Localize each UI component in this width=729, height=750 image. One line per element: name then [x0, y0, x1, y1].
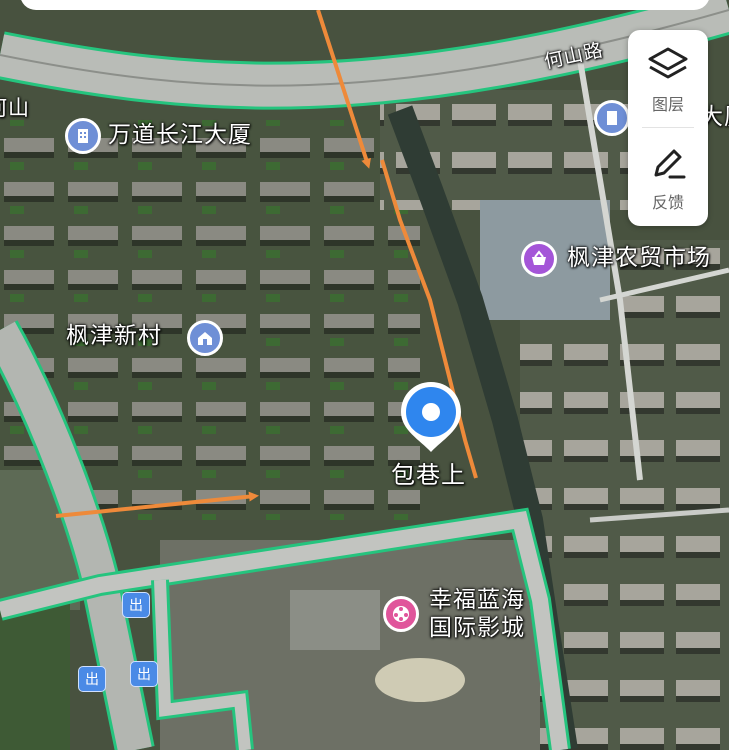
current-location-label: 包巷上: [391, 461, 466, 489]
map-toolbar: 图层 反馈: [628, 30, 708, 226]
location-pin-icon[interactable]: [398, 380, 464, 454]
feedback-label: 反馈: [651, 193, 684, 212]
exit-marker-3[interactable]: 出: [78, 666, 106, 692]
building-poi-icon[interactable]: [594, 100, 630, 136]
cinema-poi-label-line1[interactable]: 幸福蓝海: [429, 587, 525, 613]
toolbar-divider: [642, 127, 694, 128]
road-label-heshan-left: 何山: [0, 96, 30, 120]
feedback-pencil-icon: [654, 149, 686, 179]
office-poi-label[interactable]: 万道长江大厦: [108, 122, 252, 148]
feedback-button[interactable]: 反馈: [628, 130, 708, 226]
exit-marker-1[interactable]: 出: [122, 592, 150, 618]
mall-plaza: [375, 658, 465, 702]
top-search-bar[interactable]: [20, 0, 710, 10]
village-poi-icon[interactable]: [187, 320, 223, 356]
market-poi-label[interactable]: 枫津农贸市场: [567, 245, 711, 271]
market-poi-icon[interactable]: [521, 241, 557, 277]
cinema-poi-icon[interactable]: [383, 596, 419, 632]
cinema-poi-label-line2[interactable]: 国际影城: [429, 615, 525, 641]
layers-button[interactable]: 图层: [628, 32, 708, 128]
layers-icon: [648, 47, 688, 79]
mall-roof: [290, 590, 380, 650]
village-poi-label[interactable]: 枫津新村: [66, 323, 162, 349]
exit-marker-2[interactable]: 出: [130, 661, 158, 687]
greenery-strip: [0, 600, 70, 750]
office-poi-icon[interactable]: [65, 118, 101, 154]
layers-label: 图层: [651, 95, 684, 114]
